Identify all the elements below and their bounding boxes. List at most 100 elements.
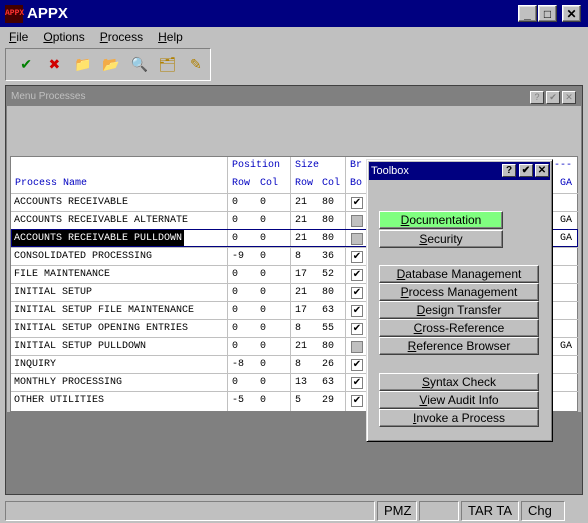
app-icon: APPX bbox=[5, 4, 24, 23]
position-col-cell: 0 bbox=[260, 269, 267, 280]
position-col-cell: 0 bbox=[260, 197, 267, 208]
size-row-cell: 21 bbox=[295, 197, 308, 208]
process-management-label: Process Management bbox=[400, 285, 518, 299]
size-row-cell: 8 bbox=[295, 359, 302, 370]
child-ok-button[interactable]: ✔ bbox=[546, 91, 560, 104]
position-col-cell: 0 bbox=[260, 341, 267, 352]
border-checkbox[interactable]: ✔ bbox=[351, 377, 363, 389]
header-br: Br bbox=[350, 160, 363, 171]
border-checkbox[interactable] bbox=[351, 215, 363, 227]
process-management-button[interactable]: Process Management bbox=[379, 283, 539, 301]
view-audit-info-button[interactable]: View Audit Info bbox=[379, 391, 539, 409]
edit-folder-icon[interactable]: ✎ bbox=[182, 52, 210, 78]
size-col-cell: 36 bbox=[322, 251, 335, 262]
border-checkbox[interactable]: ✔ bbox=[351, 269, 363, 281]
menu-item-0[interactable]: File bbox=[0, 30, 34, 44]
position-row-cell: 0 bbox=[232, 323, 239, 334]
position-row-cell: 0 bbox=[232, 269, 239, 280]
syntax-check-button[interactable]: Syntax Check bbox=[379, 373, 539, 391]
border-checkbox[interactable]: ✔ bbox=[351, 287, 363, 299]
menu-item-3[interactable]: Help bbox=[149, 30, 189, 44]
status-pane-chg: Chg bbox=[521, 501, 565, 521]
size-row-cell: 8 bbox=[295, 251, 302, 262]
search-folder-icon[interactable]: 🔍 bbox=[125, 52, 153, 78]
position-row-cell: 0 bbox=[232, 197, 239, 208]
header-ga: GA bbox=[560, 178, 573, 189]
child-window-title: Menu Processes ? ✔ ✕ bbox=[7, 88, 581, 106]
menu-label: ptions bbox=[52, 30, 85, 44]
process-name-cell: INQUIRY bbox=[14, 359, 57, 370]
position-row-cell: 0 bbox=[232, 377, 239, 388]
cross-reference-button[interactable]: Cross-Reference bbox=[379, 319, 539, 337]
close-button[interactable]: ✕ bbox=[562, 5, 581, 22]
child-close-button[interactable]: ✕ bbox=[562, 91, 576, 104]
child-help-button[interactable]: ? bbox=[530, 91, 544, 104]
size-col-cell: 80 bbox=[322, 197, 335, 208]
database-management-button[interactable]: Database Management bbox=[379, 265, 539, 283]
border-checkbox[interactable]: ✔ bbox=[351, 323, 363, 335]
delete-folder-icon[interactable]: 🗂 bbox=[153, 52, 181, 78]
documentation-button[interactable]: Documentation bbox=[379, 211, 503, 229]
documentation-label: Documentation bbox=[400, 213, 482, 227]
size-col-cell: 29 bbox=[322, 395, 335, 406]
size-col-cell: 80 bbox=[322, 287, 335, 298]
position-row-cell: -8 bbox=[232, 359, 245, 370]
size-col-cell: 80 bbox=[322, 215, 335, 226]
border-checkbox[interactable] bbox=[351, 233, 363, 245]
new-folder-icon[interactable]: 📁 bbox=[69, 52, 97, 78]
child-window-title-text: Menu Processes bbox=[11, 91, 86, 102]
border-checkbox[interactable]: ✔ bbox=[351, 305, 363, 317]
view-audit-info-label: View Audit Info bbox=[419, 393, 499, 407]
toolbox-title: Toolbox bbox=[371, 165, 409, 177]
design-transfer-label: Design Transfer bbox=[416, 303, 502, 317]
size-row-cell: 21 bbox=[295, 233, 308, 244]
position-col-cell: 0 bbox=[260, 377, 267, 388]
ga-cell: GA bbox=[560, 341, 573, 352]
position-row-cell: 0 bbox=[232, 233, 239, 244]
size-row-cell: 21 bbox=[295, 341, 308, 352]
status-pane-tar: TAR TA bbox=[461, 501, 519, 521]
toolbox-help-button[interactable]: ? bbox=[502, 164, 516, 177]
toolbox-close-button[interactable]: ✕ bbox=[535, 164, 549, 177]
border-checkbox[interactable]: ✔ bbox=[351, 251, 363, 263]
menu-item-2[interactable]: Process bbox=[91, 30, 149, 44]
header-position-col: Col bbox=[260, 178, 279, 189]
process-name-cell: OTHER UTILITIES bbox=[14, 395, 105, 406]
border-checkbox[interactable]: ✔ bbox=[351, 359, 363, 371]
process-name-cell: INITIAL SETUP bbox=[14, 287, 93, 298]
border-checkbox[interactable] bbox=[351, 341, 363, 353]
border-checkbox[interactable]: ✔ bbox=[351, 395, 363, 407]
header-bo: Bo bbox=[350, 178, 363, 189]
process-name-cell: ACCOUNTS RECEIVABLE ALTERNATE bbox=[14, 215, 189, 226]
reference-browser-button[interactable]: Reference Browser bbox=[379, 337, 539, 355]
size-row-cell: 13 bbox=[295, 377, 308, 388]
size-row-cell: 21 bbox=[295, 287, 308, 298]
position-col-cell: 0 bbox=[260, 215, 267, 226]
process-name-cell: ACCOUNTS RECEIVABLE PULLDOWN bbox=[10, 229, 186, 248]
ok-tool-icon[interactable]: ✔ bbox=[12, 52, 40, 78]
menu-bar: File Options Process Help bbox=[0, 27, 588, 47]
position-row-cell: 0 bbox=[232, 341, 239, 352]
size-row-cell: 21 bbox=[295, 215, 308, 226]
menu-label: ile bbox=[16, 30, 29, 44]
position-row-cell: 0 bbox=[232, 287, 239, 298]
minimize-button[interactable]: _ bbox=[518, 5, 537, 22]
security-button[interactable]: Security bbox=[379, 230, 503, 248]
border-checkbox[interactable]: ✔ bbox=[351, 197, 363, 209]
size-row-cell: 17 bbox=[295, 269, 308, 280]
design-transfer-button[interactable]: Design Transfer bbox=[379, 301, 539, 319]
invoke-a-process-button[interactable]: Invoke a Process bbox=[379, 409, 539, 427]
status-pane-blank bbox=[419, 501, 459, 521]
menu-accelerator: O bbox=[43, 30, 53, 44]
window-title: APPX bbox=[27, 5, 68, 22]
size-col-cell: 63 bbox=[322, 377, 335, 388]
cross-reference-label: Cross-Reference bbox=[413, 321, 505, 335]
status-bar: PMZ TAR TA Chg bbox=[0, 498, 588, 523]
menu-item-1[interactable]: Options bbox=[34, 30, 90, 44]
process-name-cell: ACCOUNTS RECEIVABLE bbox=[14, 197, 129, 208]
toolbar: ✔ ✖ 📁 📂 🔍 🗂 ✎ bbox=[5, 48, 211, 81]
maximize-button[interactable]: □ bbox=[538, 5, 557, 22]
cancel-tool-icon[interactable]: ✖ bbox=[40, 52, 68, 78]
open-folder-icon[interactable]: 📂 bbox=[97, 52, 125, 78]
toolbox-ok-button[interactable]: ✔ bbox=[519, 164, 533, 177]
